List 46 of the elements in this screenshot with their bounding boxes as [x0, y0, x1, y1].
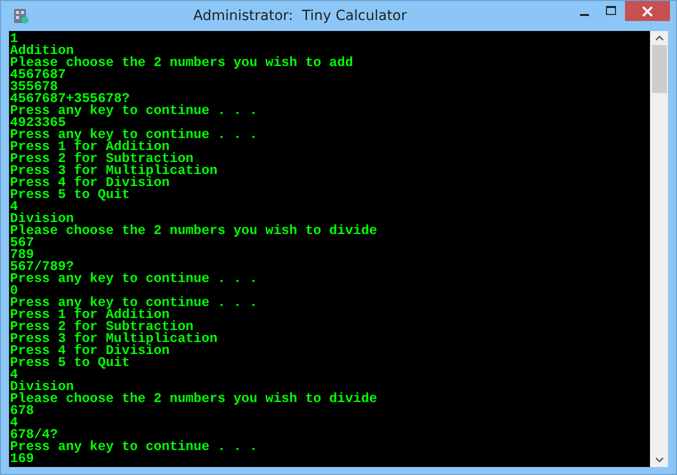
- console-line: 4: [10, 417, 18, 429]
- console-line: Press 2 for Subtraction: [10, 153, 194, 165]
- console-line: 567/789?: [10, 261, 75, 273]
- console-line: Press 5 to Quit: [10, 189, 131, 201]
- console-line: 1: [10, 33, 18, 45]
- console-line: Press 3 for Multiplication: [10, 333, 218, 345]
- console-line: Press 4 for Division: [10, 345, 170, 357]
- console-line: Press 5 to Quit: [10, 357, 131, 369]
- console-line: 678: [10, 405, 35, 417]
- console-line: Press 2 for Subtraction: [10, 321, 194, 333]
- console-line: Division: [10, 213, 74, 225]
- scroll-down-icon[interactable]: [654, 457, 664, 463]
- window-title: Administrator: Tiny Calculator: [192, 8, 408, 24]
- scrollbar[interactable]: [650, 31, 668, 467]
- console-line: 4567687+355678?: [10, 93, 130, 105]
- console-line: Press 3 for Multiplication: [10, 165, 218, 177]
- console-line: 678/4?: [10, 429, 59, 441]
- console-line: Press any key to continue . . .: [10, 273, 258, 285]
- console-line: 355678: [10, 81, 58, 93]
- console-line: 789: [10, 249, 34, 261]
- console-line: Press 4 for Division: [10, 177, 170, 189]
- console-line: Please choose the 2 numbers you wish to divide: [10, 225, 378, 237]
- console-line: Addition: [10, 45, 74, 57]
- console-line: 4: [10, 369, 18, 381]
- console-line: 4567687: [10, 69, 67, 81]
- console-line: Press any key to continue . . .: [10, 129, 258, 141]
- maximize-icon: [606, 6, 617, 16]
- scroll-up-icon[interactable]: [654, 35, 664, 41]
- app-icon: [13, 8, 29, 24]
- minimize-icon: [580, 14, 589, 16]
- console-line: 567: [10, 237, 35, 249]
- scrollbar-thumb[interactable]: [652, 45, 666, 93]
- console-line: Press any key to continue . . .: [10, 297, 258, 309]
- close-button[interactable]: [625, 1, 670, 21]
- console-line: Press any key to continue . . .: [10, 441, 258, 453]
- console-line: Press 1 for Addition: [10, 141, 170, 153]
- close-icon: [642, 6, 653, 16]
- console-line: Please choose the 2 numbers you wish to add: [10, 57, 354, 69]
- console-line: Press any key to continue . . .: [10, 105, 258, 117]
- console-line: Press 1 for Addition: [10, 309, 170, 321]
- console-line: 169: [10, 453, 35, 465]
- console-line: Division: [10, 381, 74, 393]
- console-line: 0: [10, 285, 18, 297]
- console-line: 4: [10, 201, 18, 213]
- console-line: Please choose the 2 numbers you wish to divide: [10, 393, 378, 405]
- console-line: 4923365: [10, 117, 66, 129]
